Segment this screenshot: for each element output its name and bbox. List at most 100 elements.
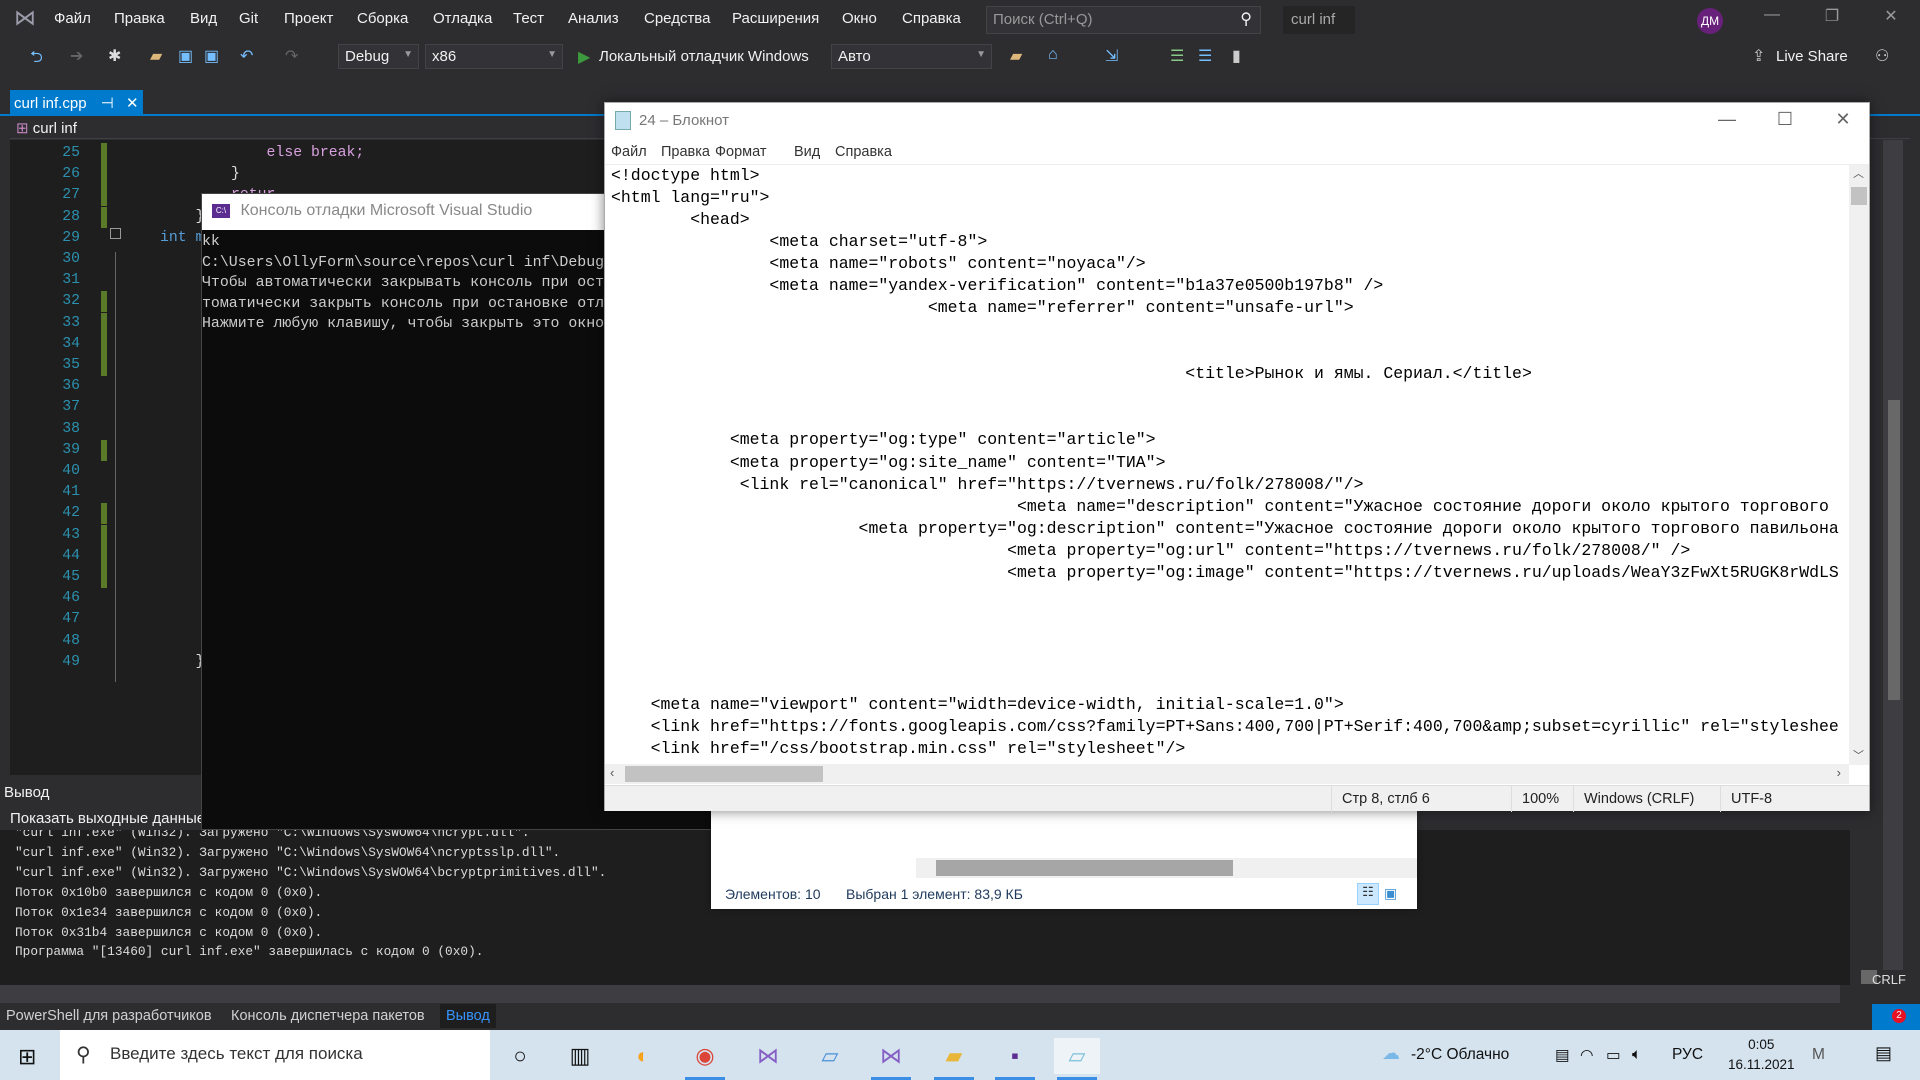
scrollbar-thumb[interactable] <box>1851 187 1867 205</box>
close-icon[interactable]: ✕ <box>1823 109 1863 130</box>
menu-item-2[interactable]: Вид <box>190 10 217 27</box>
configuration-select[interactable]: Debug ▼ <box>338 44 419 69</box>
file-explorer-window[interactable]: Элементов: 10 Выбран 1 элемент: 83,9 КБ … <box>711 811 1417 909</box>
task-view-icon[interactable]: ▥ <box>557 1038 603 1074</box>
details-view-icon[interactable]: ☷ <box>1357 883 1379 905</box>
forward-icon[interactable]: ➔ <box>70 46 83 66</box>
chevron-up-icon[interactable]: ︿ <box>1853 165 1864 181</box>
comment-icon[interactable]: ☰ <box>1170 46 1184 66</box>
line-ending-status[interactable]: CRLF <box>1872 972 1906 987</box>
output-horizontal-scrollbar[interactable] <box>0 985 1840 1003</box>
notepad-title-bar[interactable]: 24 – Блокнот <box>605 103 1869 137</box>
collapse-icon[interactable] <box>110 228 121 239</box>
new-item-icon[interactable]: ✱ <box>108 46 121 66</box>
scrollbar-thumb[interactable] <box>625 766 823 782</box>
menu-item-8[interactable]: Анализ <box>568 10 619 27</box>
wifi-icon[interactable]: ◠ <box>1580 1046 1594 1065</box>
close-icon[interactable]: ✕ <box>1871 6 1911 30</box>
edge-icon[interactable]: ◐ <box>620 1038 666 1074</box>
taskbar-search-input[interactable]: ⚲ Введите здесь текст для поиска <box>60 1030 490 1080</box>
console-icon[interactable]: ▪ <box>992 1038 1038 1080</box>
language-indicator[interactable]: РУС <box>1672 1046 1703 1064</box>
play-icon[interactable]: ▶ <box>578 47 590 67</box>
file-explorer-icon[interactable]: ▰ <box>931 1038 977 1080</box>
pin-icon[interactable]: ⊣ <box>101 95 114 112</box>
large-icons-view-icon[interactable]: ▣ <box>1384 885 1397 902</box>
back-icon[interactable]: ⮌ <box>30 46 43 73</box>
menu-item-6[interactable]: Отладка <box>433 10 492 27</box>
menu-item-4[interactable]: Проект <box>284 10 333 27</box>
minimize-icon[interactable]: — <box>1752 6 1792 30</box>
menu-item-7[interactable]: Тест <box>513 10 544 27</box>
feedback-icon[interactable]: ⚇ <box>1875 46 1889 66</box>
scrollbar-thumb[interactable] <box>936 860 1233 876</box>
avatar[interactable]: ДМ <box>1697 8 1723 34</box>
bookmark-icon[interactable]: ▮ <box>1232 46 1241 66</box>
save-icon[interactable]: ▣ <box>178 46 193 66</box>
open-folder-icon[interactable]: ▰ <box>150 46 162 66</box>
windows-start-icon[interactable]: ⊞ <box>18 1044 36 1070</box>
notepad-menu-item[interactable]: Формат <box>715 144 767 160</box>
weather-icon[interactable]: ☁ <box>1382 1043 1400 1064</box>
step-icon[interactable]: ⇲ <box>1105 46 1118 66</box>
redo-icon[interactable]: ↷ <box>285 46 298 66</box>
menu-item-11[interactable]: Окно <box>842 10 877 27</box>
maximize-icon[interactable]: ☐ <box>1765 109 1805 130</box>
menu-item-9[interactable]: Средства <box>644 10 710 27</box>
live-share-button[interactable]: Live Share <box>1776 48 1848 65</box>
solution-explorer-icon[interactable]: ⌂ <box>1048 46 1058 64</box>
uncomment-icon[interactable]: ☰ <box>1198 46 1212 66</box>
close-tab-icon[interactable]: ✕ <box>126 95 139 112</box>
notepad-menu-item[interactable]: Справка <box>835 144 892 160</box>
project-dropdown[interactable]: curl inf <box>33 120 77 137</box>
minimize-icon[interactable]: — <box>1707 109 1747 130</box>
search-input[interactable]: Поиск (Ctrl+Q) ⚲ <box>986 6 1261 34</box>
visual-studio-2-icon[interactable]: ⋈ <box>868 1038 914 1080</box>
notepad-text-area[interactable]: <!doctype html> <html lang="ru"> <head> <… <box>607 165 1847 765</box>
find-in-files-icon[interactable]: ▰ <box>1010 46 1022 66</box>
menu-item-5[interactable]: Сборка <box>357 10 408 27</box>
notifications-icon[interactable]: 2 <box>1872 1004 1920 1030</box>
scrollbar-thumb[interactable] <box>1888 400 1900 700</box>
visual-studio-icon[interactable]: ⋈ <box>745 1038 791 1074</box>
weather-text[interactable]: -2°C Облачно <box>1411 1046 1509 1064</box>
notepad-menu-item[interactable]: Правка <box>661 144 710 160</box>
save-all-icon[interactable]: ▣ <box>204 46 219 66</box>
chevron-down-icon[interactable]: ﹀ <box>1853 747 1864 763</box>
remote-desktop-icon[interactable]: ▱ <box>807 1038 853 1074</box>
stack-frame-select[interactable]: Авто ▼ <box>831 44 992 69</box>
menu-item-1[interactable]: Правка <box>114 10 165 27</box>
search-icon[interactable]: ⚲ <box>1240 9 1252 29</box>
chrome-icon[interactable]: ◉ <box>682 1038 728 1080</box>
notepad-vertical-scrollbar[interactable]: ︿ ﹀ <box>1849 165 1869 765</box>
menu-item-10[interactable]: Расширения <box>732 10 819 27</box>
restore-icon[interactable]: ❐ <box>1812 6 1852 30</box>
undo-icon[interactable]: ↶ <box>240 46 253 66</box>
battery-icon[interactable]: ▭ <box>1606 1046 1621 1065</box>
menu-item-12[interactable]: Справка <box>902 10 961 27</box>
chevron-right-icon[interactable]: › <box>1837 765 1841 780</box>
menu-item-0[interactable]: Файл <box>54 10 91 27</box>
explorer-horizontal-scrollbar[interactable] <box>916 858 1417 878</box>
notepad-horizontal-scrollbar[interactable]: ‹ › <box>605 764 1849 784</box>
clock[interactable]: 0:05 16.11.2021 <box>1728 1035 1795 1075</box>
action-center-icon[interactable]: ▤ <box>1875 1043 1892 1064</box>
tab-powershell[interactable]: PowerShell для разработчиков <box>6 1008 212 1024</box>
chevron-left-icon[interactable]: ‹ <box>610 765 614 780</box>
meet-now-icon[interactable]: M <box>1812 1046 1825 1064</box>
volume-icon[interactable]: 🔈︎ <box>1632 1046 1641 1064</box>
notepad-window[interactable]: 24 – Блокнот — ☐ ✕ Файл Правка Формат Вид Сп… <box>604 102 1870 812</box>
visual-studio-logo-icon[interactable]: ⋈ <box>14 6 40 30</box>
tray-icon[interactable]: ▤ <box>1555 1046 1570 1065</box>
editor-scrollbar[interactable] <box>1883 140 1903 970</box>
notepad-menu-item[interactable]: Вид <box>794 144 820 160</box>
platform-select[interactable]: x86 ▼ <box>425 44 563 69</box>
tab-curl-inf-cpp[interactable]: curl inf.cpp ⊣ ✕ <box>10 90 143 116</box>
notepad-menu-item[interactable]: Файл <box>611 144 647 160</box>
menu-item-3[interactable]: Git <box>239 10 258 27</box>
start-debugging-button[interactable]: Локальный отладчик Windows <box>599 48 809 65</box>
cortana-icon[interactable]: ○ <box>497 1038 543 1074</box>
notepad-icon[interactable]: ▱ <box>1054 1038 1100 1080</box>
tab-package-manager-console[interactable]: Консоль диспетчера пакетов <box>231 1008 425 1024</box>
tab-output[interactable]: Вывод <box>440 1004 496 1028</box>
